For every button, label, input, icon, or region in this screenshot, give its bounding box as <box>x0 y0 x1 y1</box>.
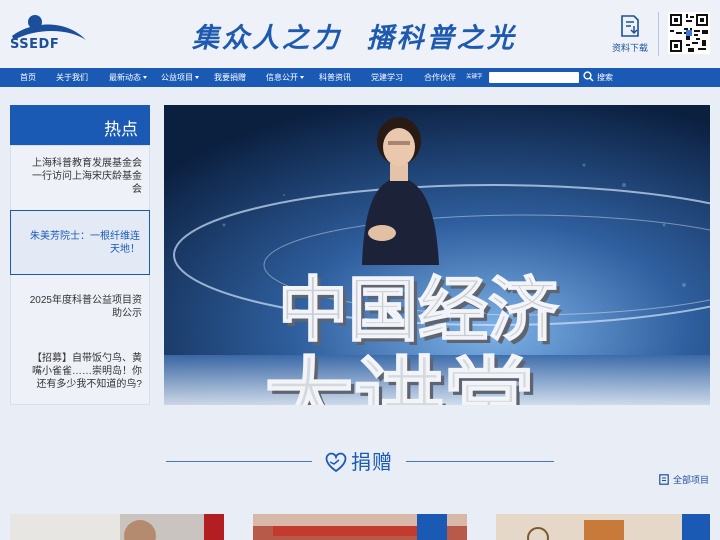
hot-list: 上海科普教育发展基金会一行访问上海宋庆龄基金会 朱美芳院士：一根纤维连天地！ 2… <box>10 145 150 405</box>
nav-disclosure[interactable]: 信息公开 <box>266 68 304 87</box>
search-label: 搜索 <box>597 73 613 82</box>
svg-text:中国经济: 中国经济 <box>278 269 559 351</box>
stage-lettering: 中国经济 中国经济 大讲堂 大讲堂 <box>263 268 563 405</box>
nav-about[interactable]: 关于我们 <box>56 68 88 87</box>
nav-label: 最新动态 <box>109 73 141 82</box>
project-card-image <box>10 514 224 540</box>
all-projects-label: 全部项目 <box>673 475 710 485</box>
donation-title: 捐赠 <box>324 446 393 475</box>
nav-partners[interactable]: 合作伙伴 <box>424 68 456 87</box>
section-divider-left <box>166 461 312 462</box>
nav-news[interactable]: 最新动态 <box>109 68 147 87</box>
caret-down-icon <box>195 76 199 79</box>
nav-projects[interactable]: 公益项目 <box>161 68 199 87</box>
nav-donate[interactable]: 我要捐赠 <box>214 68 246 87</box>
banner-image: 中国经济 中国经济 大讲堂 大讲堂 <box>164 105 710 405</box>
svg-text:大讲堂: 大讲堂 <box>264 348 534 405</box>
nav-home[interactable]: 首页 <box>20 68 36 87</box>
nav-label: 科普资讯 <box>319 73 351 82</box>
hot-title: 热点 <box>104 120 138 139</box>
project-card-image <box>253 514 467 540</box>
nav-label: 首页 <box>20 73 36 82</box>
nav-party-study[interactable]: 党建学习 <box>371 68 403 87</box>
nav-science-news[interactable]: 科普资讯 <box>319 68 351 87</box>
heart-hand-icon <box>325 452 347 473</box>
hero-banner[interactable]: 中国经济 中国经济 大讲堂 大讲堂 <box>164 105 710 405</box>
search-button[interactable]: 搜索 <box>583 70 613 85</box>
nav-label: 信息公开 <box>266 73 298 82</box>
qr-code-icon <box>668 12 710 54</box>
hot-item-label: 朱美芳院士：一根纤维连天地！ <box>30 230 140 255</box>
hot-item[interactable]: 2025年度科普公益项目资助公示 <box>11 294 151 320</box>
nav-label: 我要捐赠 <box>214 73 246 82</box>
site-header: SSEDF 集众人之力 播科普之光 资料下载 <box>0 0 720 68</box>
header-divider <box>658 12 659 56</box>
donation-title-text: 捐赠 <box>351 452 393 474</box>
section-divider-right <box>406 461 554 462</box>
site-slogan: 集众人之力 播科普之光 <box>192 23 517 54</box>
project-card[interactable] <box>496 514 710 540</box>
caret-down-icon <box>300 76 304 79</box>
all-projects-link[interactable]: 全部项目 <box>659 473 709 486</box>
main-nav: 首页 关于我们 最新动态 公益项目 我要捐赠 信息公开 科普资讯 党建学习 合作… <box>0 68 720 87</box>
hot-item-active[interactable]: 朱美芳院士：一根纤维连天地！ <box>10 210 150 275</box>
nav-label: 合作伙伴 <box>424 73 456 82</box>
nav-label: 公益项目 <box>161 73 193 82</box>
search-icon <box>583 71 594 82</box>
project-card[interactable] <box>10 514 224 540</box>
project-card-image <box>496 514 710 540</box>
nav-label: 关于我们 <box>56 73 88 82</box>
logo-text: SSEDF <box>10 37 60 52</box>
search-input[interactable] <box>489 72 579 83</box>
hot-item[interactable]: 上海科普教育发展基金会一行访问上海宋庆龄基金会 <box>11 157 151 196</box>
download-icon <box>621 15 639 37</box>
caret-down-icon <box>143 76 147 79</box>
keyword-label: 关键字 <box>466 74 483 80</box>
download-link[interactable]: 资料下载 <box>608 14 652 54</box>
nav-label: 党建学习 <box>371 73 403 82</box>
hot-item[interactable]: 【招募】自带饭勺鸟、黄嘴小雀雀……崇明岛！你还有多少我不知道的鸟? <box>11 352 151 391</box>
download-label: 资料下载 <box>611 43 648 53</box>
list-icon <box>659 474 669 485</box>
hot-header: 热点 <box>10 105 150 145</box>
project-card[interactable] <box>253 514 467 540</box>
